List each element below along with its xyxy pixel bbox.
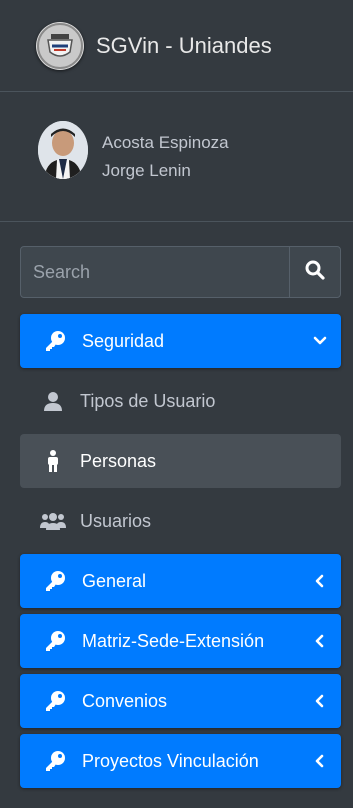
nav-item-matriz-sede-extension[interactable]: Matriz-Sede-Extensión xyxy=(20,614,341,668)
key-icon xyxy=(40,570,70,592)
nav-item-tipos-de-usuario[interactable]: Tipos de Usuario xyxy=(20,374,341,428)
key-icon xyxy=(40,630,70,652)
search-input[interactable] xyxy=(21,247,289,297)
chevron-left-icon xyxy=(313,694,327,708)
nav-item-proyectos-vinculacion[interactable]: Proyectos Vinculación xyxy=(20,734,341,788)
search-icon xyxy=(305,260,325,285)
nav-label-matriz-sede-extension: Matriz-Sede-Extensión xyxy=(82,630,265,651)
chevron-left-icon xyxy=(313,574,327,588)
nav-item-usuarios[interactable]: Usuarios xyxy=(20,494,341,548)
nav-label-convenios: Convenios xyxy=(82,690,168,711)
key-icon xyxy=(40,690,70,712)
user-panel[interactable]: Acosta Espinoza Jorge Lenin xyxy=(0,92,353,222)
chevron-left-icon xyxy=(313,754,327,768)
key-icon xyxy=(40,330,70,352)
sidebar-search xyxy=(20,246,341,298)
brand-title: SGVin - Uniandes xyxy=(96,32,272,58)
nav-item-convenios[interactable]: Convenios xyxy=(20,674,341,728)
user-name-line1: Acosta Espinoza xyxy=(102,132,229,152)
brand-link[interactable]: SGVin - Uniandes xyxy=(0,0,353,92)
user-name[interactable]: Acosta Espinoza Jorge Lenin xyxy=(102,129,229,185)
nav-label-general: General xyxy=(82,570,147,591)
nav-label-usuarios: Usuarios xyxy=(80,510,152,531)
nav-label-seguridad: Seguridad xyxy=(82,330,165,351)
nav-item-seguridad[interactable]: Seguridad xyxy=(20,314,341,368)
nav-label-tipos-de-usuario: Tipos de Usuario xyxy=(80,390,216,411)
user-name-line2: Jorge Lenin xyxy=(102,160,191,180)
users-icon xyxy=(38,512,68,530)
key-icon xyxy=(40,750,70,772)
search-button[interactable] xyxy=(289,247,340,297)
avatar xyxy=(38,120,88,179)
nav-label-personas: Personas xyxy=(80,450,157,471)
nav-item-personas[interactable]: Personas xyxy=(20,434,341,488)
nav-label-proyectos-vinculacion: Proyectos Vinculación xyxy=(82,750,259,771)
nav-item-general[interactable]: General xyxy=(20,554,341,608)
chevron-down-icon xyxy=(313,334,327,348)
person-standing-icon xyxy=(38,450,68,472)
user-icon xyxy=(38,391,68,411)
chevron-left-icon xyxy=(313,634,327,648)
sidebar-nav: Seguridad Tipos de Usuario Personas Usua… xyxy=(20,314,341,794)
university-seal-icon xyxy=(36,21,84,70)
main-sidebar: SGVin - Uniandes Acosta Espinoza Jorge L… xyxy=(0,0,353,808)
